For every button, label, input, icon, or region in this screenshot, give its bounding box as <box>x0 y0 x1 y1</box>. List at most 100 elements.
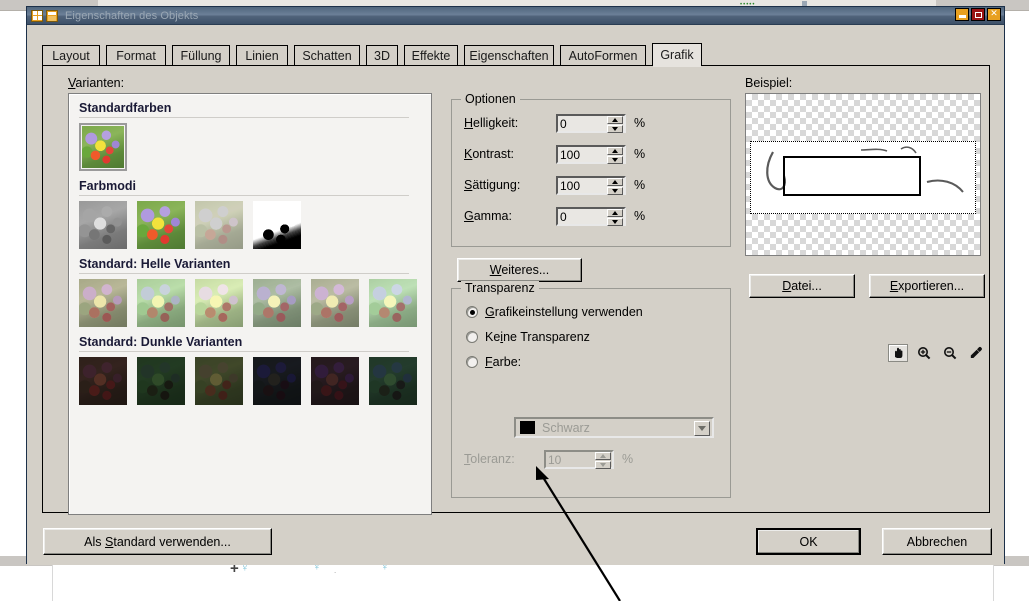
variant-thumbnail[interactable] <box>253 279 301 327</box>
toleranz-spin-buttons[interactable] <box>595 451 611 469</box>
variant-thumbnail[interactable] <box>195 201 243 249</box>
variant-thumbnail[interactable] <box>195 279 243 327</box>
tab-layout[interactable]: Layout <box>42 45 100 65</box>
option-spin-buttons[interactable] <box>607 146 623 164</box>
tab-eigenschaften[interactable]: Eigenschaften <box>464 45 554 65</box>
variant-thumbnail[interactable] <box>253 201 301 249</box>
background-document <box>52 562 994 601</box>
tab-label: Layout <box>52 48 90 63</box>
preview-canvas[interactable] <box>745 93 981 256</box>
minimize-button[interactable] <box>955 8 969 21</box>
variant-thumbnail[interactable] <box>195 357 243 405</box>
variant-thumbnail[interactable] <box>311 357 359 405</box>
variant-row <box>79 201 431 249</box>
ok-button[interactable]: OK <box>756 528 861 555</box>
tab-label: Format <box>116 48 156 63</box>
radio-grafikeinstellung[interactable]: Grafikeinstellung verwenden <box>466 303 643 321</box>
tab-label: Eigenschaften <box>469 48 549 63</box>
option-spin-up[interactable] <box>607 208 623 217</box>
variant-thumbnail[interactable] <box>79 357 127 405</box>
variant-thumbnail[interactable] <box>137 201 185 249</box>
transparency-color-combo[interactable]: Schwarz <box>514 417 714 438</box>
option-spin-down[interactable] <box>607 217 623 226</box>
variant-image <box>369 279 417 327</box>
tab-schatten[interactable]: Schatten <box>294 45 360 65</box>
variant-thumbnail[interactable] <box>253 357 301 405</box>
eyedropper-glyph <box>970 347 982 358</box>
option-spin-up[interactable] <box>607 115 623 124</box>
variant-thumbnail[interactable] <box>79 201 127 249</box>
tab-effekte[interactable]: Effekte <box>404 45 458 65</box>
variant-image <box>79 201 127 249</box>
datei-button[interactable]: Datei... <box>749 274 855 298</box>
variant-image <box>253 201 301 249</box>
maximize-button[interactable] <box>971 8 985 21</box>
variant-thumbnail[interactable] <box>137 357 185 405</box>
radio-label-grafikeinstellung: Grafikeinstellung verwenden <box>485 305 643 319</box>
option-input[interactable] <box>560 147 604 163</box>
cancel-button[interactable]: Abbrechen <box>882 528 992 555</box>
radio-indicator-farbe[interactable] <box>466 356 478 368</box>
option-spin-down[interactable] <box>607 155 623 164</box>
close-button[interactable]: ✕ <box>987 8 1001 21</box>
variant-thumbnail[interactable] <box>137 279 185 327</box>
variant-tint <box>311 357 359 405</box>
toleranz-input[interactable] <box>548 452 592 468</box>
option-stepper[interactable] <box>556 175 626 195</box>
weiteres-button[interactable]: Weiteres... <box>457 258 582 282</box>
tab-autoformen[interactable]: AutoFormen <box>560 45 646 65</box>
option-spin-down[interactable] <box>607 186 623 195</box>
option-spin-down[interactable] <box>607 124 623 133</box>
variant-group-separator <box>79 117 409 118</box>
variant-image <box>195 279 243 327</box>
option-spin-buttons[interactable] <box>607 208 623 226</box>
use-as-default-button[interactable]: Als Standard verwenden... <box>43 528 272 555</box>
option-input[interactable] <box>560 209 604 225</box>
toleranz-spin-down[interactable] <box>595 460 611 469</box>
zoom-out-icon[interactable] <box>940 344 960 362</box>
grid-icon[interactable] <box>31 9 43 22</box>
radio-keine-transparenz[interactable]: Keine Transparenz <box>466 328 590 346</box>
tab-f-llung[interactable]: Füllung <box>172 45 230 65</box>
optionen-group-title: Optionen <box>461 92 520 106</box>
window-icon[interactable] <box>46 9 58 22</box>
radio-indicator-keine-transparenz[interactable] <box>466 331 478 343</box>
exportieren-button[interactable]: Exportieren... <box>869 274 985 298</box>
radio-farbe[interactable]: Farbe: <box>466 353 521 371</box>
variant-thumbnail[interactable] <box>369 357 417 405</box>
variant-tint <box>253 279 301 327</box>
option-spin-buttons[interactable] <box>607 115 623 133</box>
variant-image <box>137 357 185 405</box>
option-stepper[interactable] <box>556 113 626 133</box>
option-stepper[interactable] <box>556 144 626 164</box>
tab-label: Schatten <box>302 48 352 63</box>
option-row-kontrast: Kontrast:% <box>464 144 645 164</box>
tab-grafik[interactable]: Grafik <box>652 43 702 66</box>
dialog-titlebar[interactable]: Eigenschaften des Objekts ✕ <box>27 7 1004 25</box>
toleranz-spin-up[interactable] <box>595 451 611 460</box>
preview-tool-bar <box>888 343 998 363</box>
variant-thumbnail[interactable] <box>79 279 127 327</box>
variant-thumbnail[interactable] <box>311 279 359 327</box>
variant-group-separator <box>79 351 409 352</box>
option-spin-buttons[interactable] <box>607 177 623 195</box>
option-input[interactable] <box>560 116 604 132</box>
variant-thumbnail[interactable] <box>79 123 127 171</box>
option-spin-up[interactable] <box>607 146 623 155</box>
variant-thumbnail[interactable] <box>369 279 417 327</box>
varianten-listbox[interactable]: Standardfarben Farbmodi Standard: Helle Va… <box>68 93 432 515</box>
hand-icon[interactable] <box>888 344 908 362</box>
chevron-down-icon[interactable] <box>694 421 710 436</box>
eyedropper-icon[interactable] <box>966 344 986 362</box>
toleranz-stepper[interactable] <box>544 449 614 469</box>
tab-format[interactable]: Format <box>106 45 166 65</box>
color-combo-value: Schwarz <box>542 420 590 435</box>
option-input[interactable] <box>560 178 604 194</box>
zoom-in-icon[interactable] <box>914 344 934 362</box>
variant-row <box>79 357 431 405</box>
tab-linien[interactable]: Linien <box>236 45 288 65</box>
option-stepper[interactable] <box>556 206 626 226</box>
radio-indicator-grafikeinstellung[interactable] <box>466 306 478 318</box>
tab-3d[interactable]: 3D <box>366 45 398 65</box>
option-spin-up[interactable] <box>607 177 623 186</box>
